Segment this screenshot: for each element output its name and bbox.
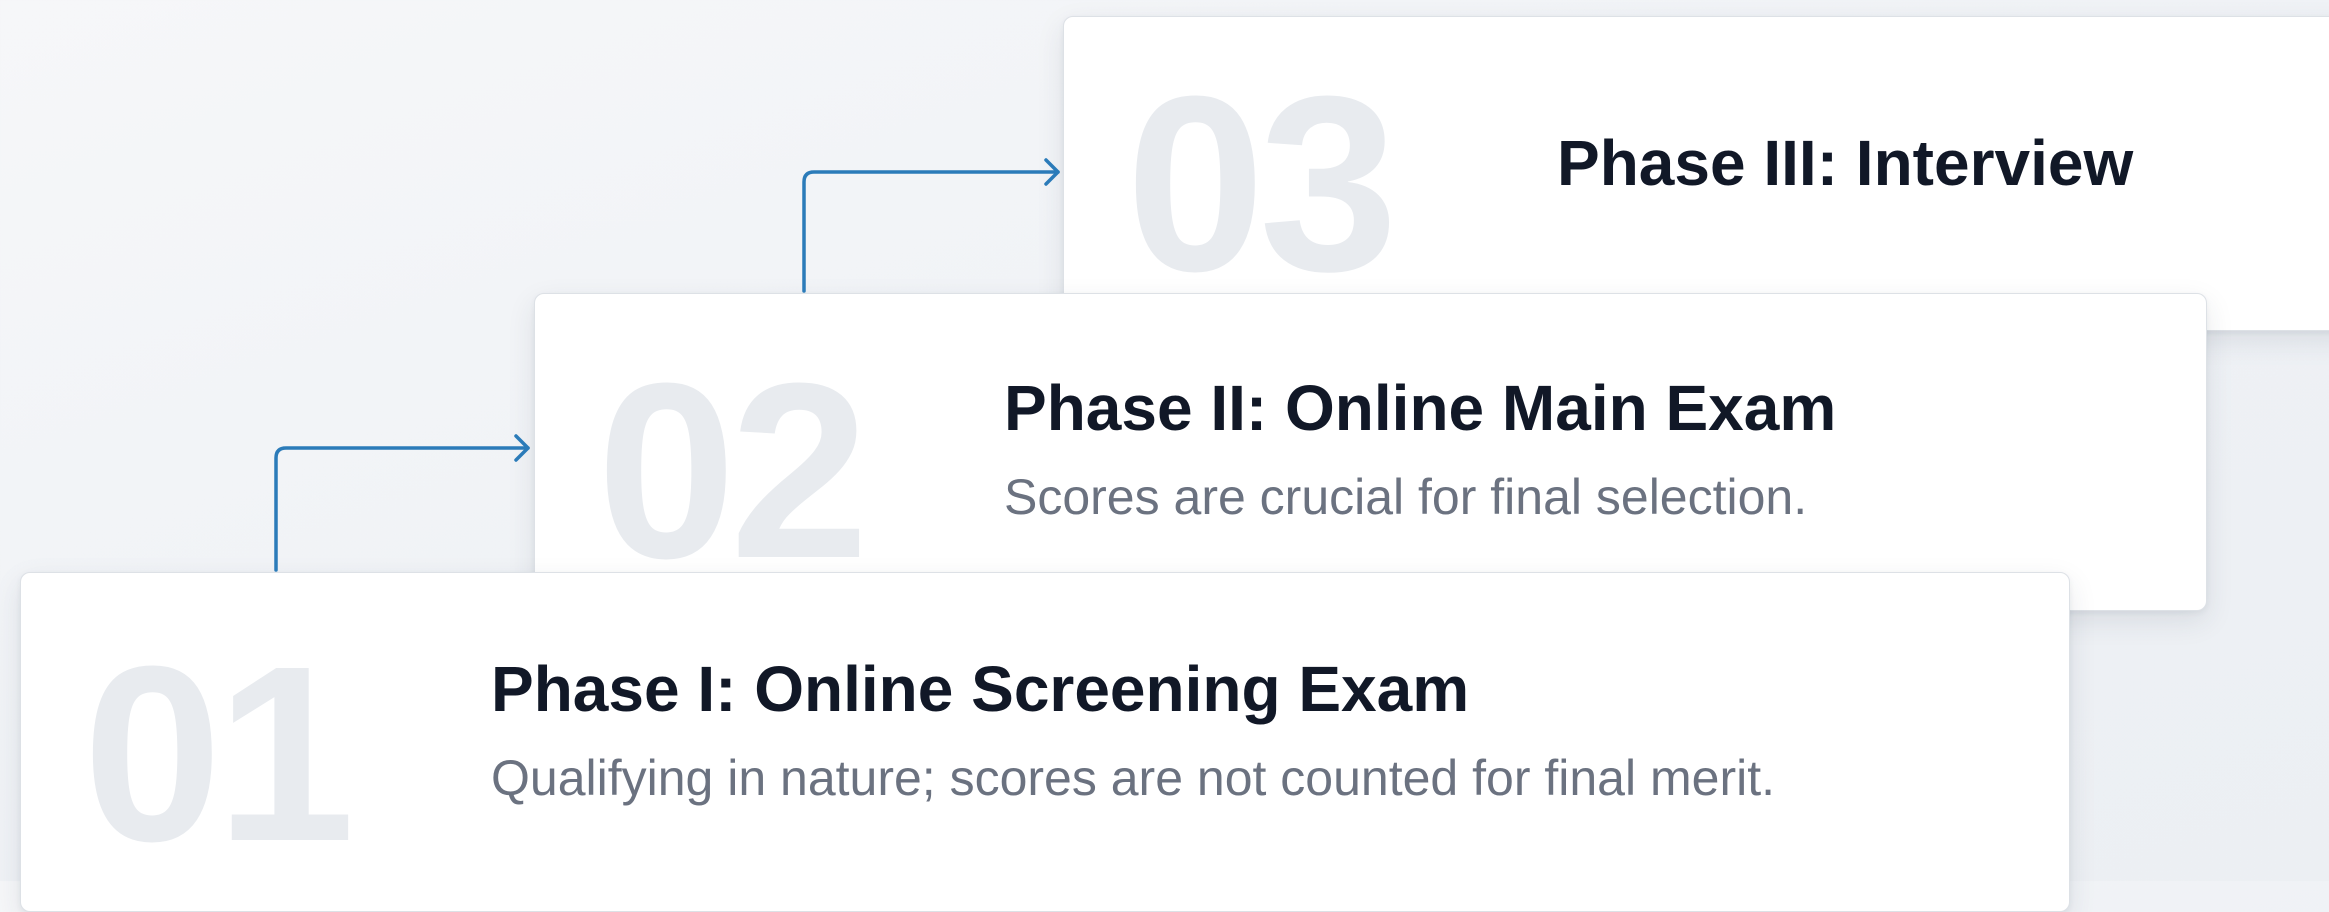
phase-description-1: Qualifying in nature; scores are not cou…	[491, 750, 1775, 806]
phase-title-3: Phase III: Interview	[1557, 127, 2134, 199]
phase-title-2: Phase II: Online Main Exam	[1004, 372, 1837, 444]
connector-arrow-2-to-3	[802, 170, 1060, 293]
arrowhead-1-to-2	[514, 434, 530, 462]
phase-description-2: Scores are crucial for final selection.	[1004, 469, 1808, 525]
phase-title-1: Phase I: Online Screening Exam	[491, 653, 1470, 725]
phase-diagram: 03 Phase III: Interview 02 Phase II: Onl…	[0, 0, 2329, 912]
phase-card-2: 02 Phase II: Online Main Exam Scores are…	[534, 293, 2207, 611]
phase-card-3: 03 Phase III: Interview	[1063, 16, 2329, 331]
arrowhead-2-to-3	[1044, 158, 1060, 186]
phase-card-1: 01 Phase I: Online Screening Exam Qualif…	[20, 572, 2070, 912]
phase-number-2: 02	[597, 331, 869, 610]
phase-number-1: 01	[83, 614, 355, 893]
phase-number-3: 03	[1126, 44, 1398, 323]
connector-arrow-1-to-2	[274, 446, 530, 572]
